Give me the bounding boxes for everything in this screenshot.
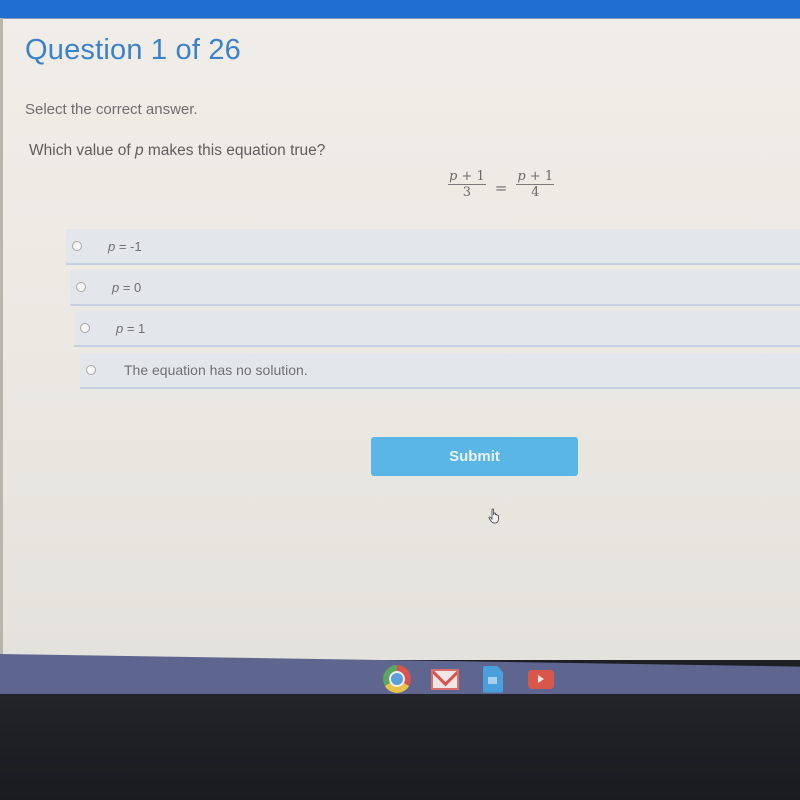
right-numerator: p + 1 (516, 169, 555, 185)
left-fraction: p + 1 3 (448, 170, 486, 199)
option-label: p = 0 (112, 280, 141, 295)
youtube-icon[interactable] (526, 665, 556, 693)
answer-option-2[interactable]: p = 0 (70, 270, 800, 306)
left-numerator-rest: + 1 (457, 169, 485, 184)
left-denominator: 3 (462, 185, 472, 200)
chrome-center (389, 671, 405, 687)
question-prompt: Which value of p makes this equation tru… (29, 142, 325, 160)
right-numerator-variable: p (517, 169, 526, 184)
shelf-app-launcher (382, 665, 556, 700)
prompt-text-after: makes this equation true? (143, 142, 326, 159)
gmail-icon[interactable] (430, 665, 460, 693)
instruction-text: Select the correct answer. (25, 101, 198, 118)
chrome-icon[interactable] (382, 665, 412, 700)
submit-button[interactable]: Submit (371, 437, 578, 476)
prompt-text-before: Which value of (29, 142, 135, 159)
radio-button[interactable] (80, 323, 90, 333)
answer-option-3[interactable]: p = 1 (74, 311, 800, 347)
prompt-variable: p (134, 142, 144, 159)
option-value: = 1 (123, 320, 146, 336)
gmail-envelope (431, 668, 459, 690)
monitor-bezel (0, 694, 800, 800)
docs-page (483, 665, 503, 693)
question-title: Question 1 of 26 (25, 34, 242, 66)
play-triangle (538, 675, 544, 683)
top-bar (0, 0, 800, 19)
option-label: The equation has no solution. (124, 362, 308, 378)
youtube-rect (528, 669, 554, 689)
equals-sign: = (494, 178, 508, 197)
chrome-ring (383, 665, 411, 693)
option-value: = -1 (115, 238, 142, 254)
left-edge-divider (0, 18, 3, 658)
equation: p + 1 3 = p + 1 4 (448, 169, 555, 200)
radio-button[interactable] (86, 365, 96, 375)
hand-cursor-icon (488, 508, 502, 524)
radio-button[interactable] (72, 241, 82, 251)
answer-option-1[interactable]: p = -1 (66, 229, 800, 265)
screen: Question 1 of 26 Select the correct answ… (0, 0, 800, 660)
right-numerator-rest: + 1 (525, 169, 554, 184)
option-value: = 0 (119, 279, 142, 295)
docs-icon[interactable] (478, 665, 508, 693)
right-fraction: p + 1 4 (516, 169, 555, 200)
option-label: p = 1 (116, 321, 145, 336)
answer-option-4[interactable]: The equation has no solution. (80, 353, 800, 389)
option-label: p = -1 (108, 239, 142, 254)
left-numerator: p + 1 (448, 170, 486, 185)
radio-button[interactable] (76, 282, 86, 292)
right-denominator: 4 (531, 185, 540, 200)
